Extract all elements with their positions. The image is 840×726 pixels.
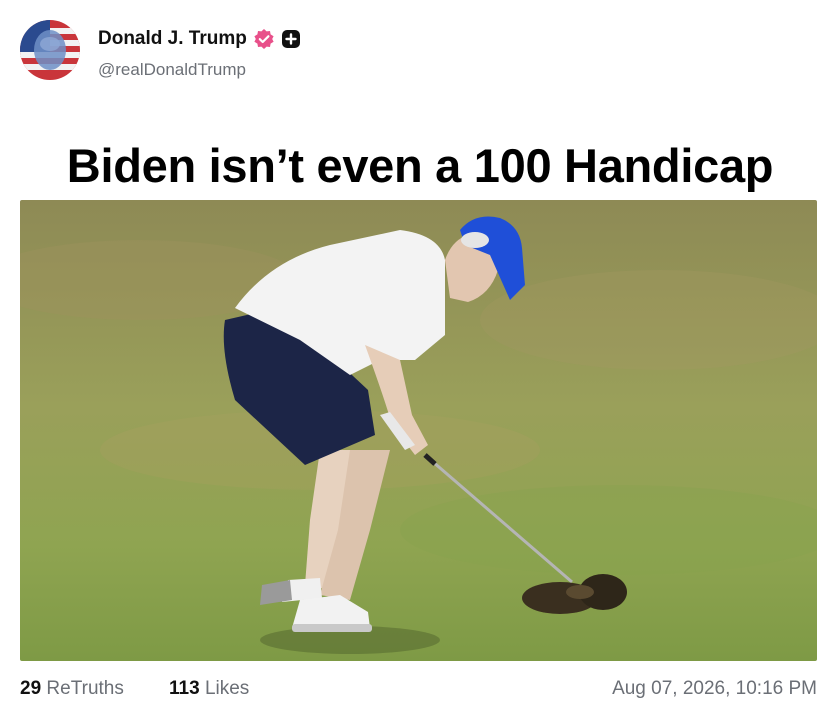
name-row: Donald J. Trump <box>98 28 301 50</box>
handle[interactable]: @realDonaldTrump <box>98 60 246 80</box>
post-header: Donald J. Trump @realDonaldTrump <box>20 20 820 82</box>
likes-stat[interactable]: 113 Likes <box>169 678 249 700</box>
plus-square-icon[interactable] <box>281 29 301 49</box>
avatar[interactable] <box>20 20 80 80</box>
likes-label: Likes <box>204 678 250 699</box>
likes-count: 113 <box>169 678 200 699</box>
retruths-stat[interactable]: 29 ReTruths <box>20 678 124 700</box>
post-footer: 29 ReTruths 113 Likes Aug 07, 2026, 10:1… <box>20 678 817 706</box>
display-name[interactable]: Donald J. Trump <box>98 28 247 50</box>
verified-badge-icon <box>253 28 275 50</box>
retruths-label: ReTruths <box>46 678 124 699</box>
post-image[interactable] <box>20 200 817 661</box>
post-timestamp[interactable]: Aug 07, 2026, 10:16 PM <box>612 678 817 700</box>
post-headline: Biden isn’t even a 100 Handicap <box>66 139 774 192</box>
retruths-count: 29 <box>20 678 42 699</box>
